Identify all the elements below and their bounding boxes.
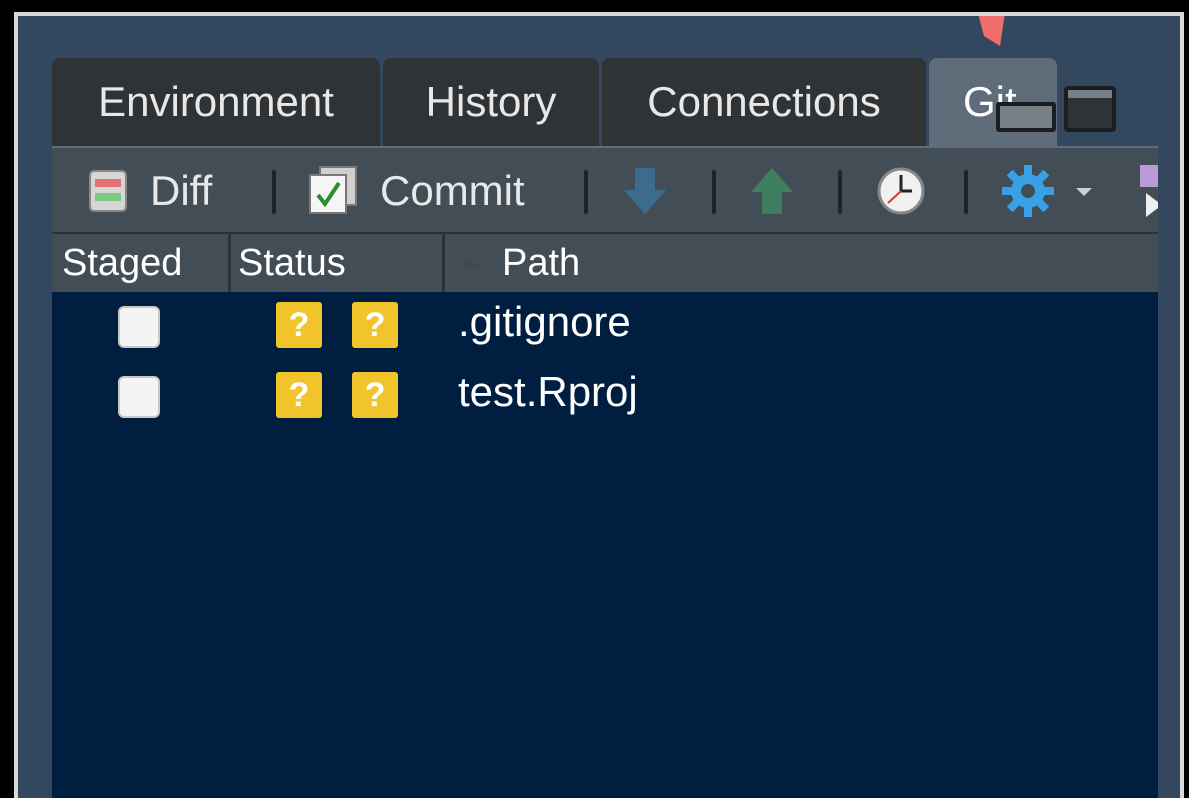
settings-button[interactable] [1000, 148, 1094, 234]
history-icon [877, 167, 925, 215]
tab-environment[interactable]: Environment [52, 58, 380, 146]
column-divider[interactable] [442, 234, 445, 292]
worktree-status-badge: ? [352, 302, 398, 348]
toolbar-divider [272, 170, 276, 214]
diff-label: Diff [150, 167, 213, 214]
minimize-pane-button[interactable] [996, 86, 1056, 132]
diff-icon [89, 170, 127, 212]
pull-button[interactable] [622, 148, 668, 234]
toolbar-divider [584, 170, 588, 214]
file-path: .gitignore [458, 298, 631, 345]
staged-checkbox[interactable] [118, 376, 160, 418]
chevron-down-icon[interactable] [1074, 185, 1094, 197]
staged-checkbox[interactable] [118, 306, 160, 348]
maximize-pane-button[interactable] [1064, 86, 1116, 132]
commit-icon [309, 166, 357, 214]
commit-button[interactable]: Commit [306, 148, 525, 234]
column-header-status[interactable]: Status [238, 234, 438, 292]
git-toolbar: Diff Commit [52, 146, 1158, 232]
branch-button[interactable] [1136, 148, 1158, 234]
column-header-staged[interactable]: Staged [62, 234, 232, 292]
pointer-arrow-annotation [978, 16, 1005, 46]
tab-label: Connections [647, 78, 881, 125]
toolbar-divider [712, 170, 716, 214]
toolbar-divider [838, 170, 842, 214]
tab-history[interactable]: History [383, 58, 599, 146]
git-pane: Environment History Connections Git Diff… [52, 58, 1158, 798]
column-divider[interactable] [228, 234, 231, 292]
window-frame: Environment History Connections Git Diff… [14, 12, 1184, 798]
index-status-badge: ? [276, 372, 322, 418]
tab-connections[interactable]: Connections [602, 58, 926, 146]
file-table-header: Staged Status Path [52, 232, 1158, 292]
column-header-path[interactable]: Path [458, 234, 758, 292]
index-status-badge: ? [276, 302, 322, 348]
tab-label: Environment [98, 78, 334, 125]
history-button[interactable] [876, 148, 926, 234]
tab-bar: Environment History Connections Git [52, 58, 1158, 146]
sort-ascending-icon [460, 258, 480, 268]
toolbar-divider [964, 170, 968, 214]
file-path: test.Rproj [458, 368, 638, 415]
table-row[interactable]: ? ? test.Rproj [52, 362, 1158, 432]
push-icon [751, 168, 793, 214]
table-row[interactable]: ? ? .gitignore [52, 292, 1158, 362]
push-button[interactable] [749, 148, 795, 234]
tab-label: History [425, 78, 557, 125]
commit-label: Commit [380, 167, 525, 214]
worktree-status-badge: ? [352, 372, 398, 418]
pull-icon [624, 168, 666, 214]
gear-icon [1002, 165, 1054, 217]
branch-icon [1140, 165, 1158, 217]
diff-button[interactable]: Diff [88, 148, 212, 234]
